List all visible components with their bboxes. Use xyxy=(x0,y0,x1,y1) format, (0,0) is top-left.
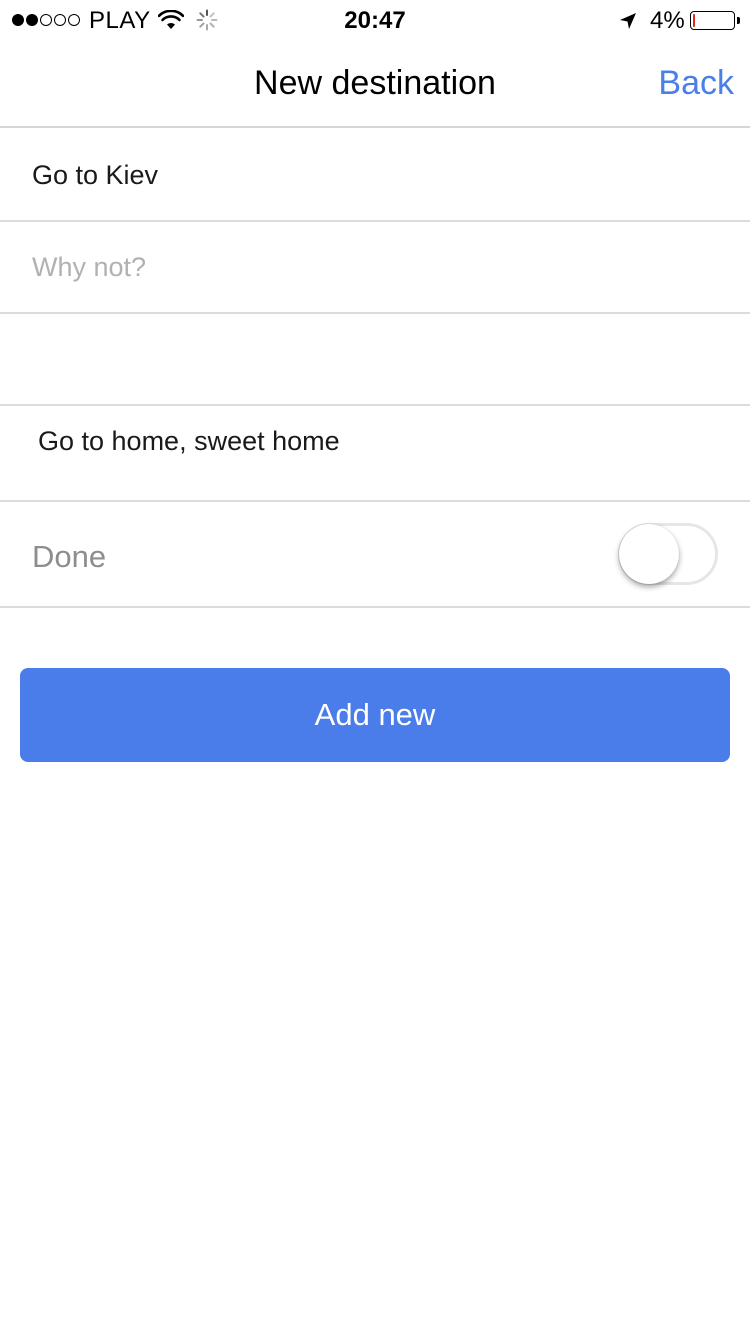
done-label: Done xyxy=(32,539,107,574)
add-new-button[interactable]: Add new xyxy=(20,668,730,762)
destination-input[interactable] xyxy=(32,130,722,220)
extra-input[interactable] xyxy=(32,314,722,404)
navigation-bar: New destination Back xyxy=(0,40,750,128)
reason-row xyxy=(0,222,750,314)
empty-input-row xyxy=(0,314,750,406)
done-row: Done xyxy=(0,502,750,608)
note-row[interactable]: Go to home, sweet home xyxy=(0,406,750,502)
toggle-knob[interactable] xyxy=(619,524,679,584)
battery-level xyxy=(693,14,695,27)
battery-percentage: 4% xyxy=(650,7,685,34)
screen: PLAY 20:47 4% New destination Back Go to… xyxy=(0,0,750,1334)
status-bar: PLAY 20:47 4% xyxy=(0,0,750,40)
done-toggle[interactable] xyxy=(618,523,718,585)
destination-row xyxy=(0,130,750,222)
note-text: Go to home, sweet home xyxy=(38,426,340,456)
battery-cap xyxy=(737,17,740,24)
back-button[interactable]: Back xyxy=(658,64,734,103)
reason-input[interactable] xyxy=(32,222,722,312)
location-arrow-icon xyxy=(620,13,636,29)
battery-icon xyxy=(690,11,735,30)
page-title: New destination xyxy=(254,64,496,102)
